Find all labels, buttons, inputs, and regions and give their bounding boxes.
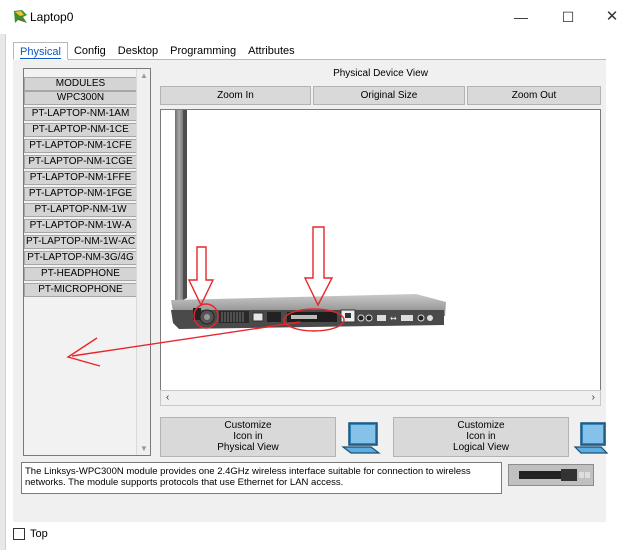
laptop-side-image: ↔ <box>171 110 446 329</box>
customize-logical-icon-button[interactable]: Customize Icon in Logical View <box>393 417 569 457</box>
tab-physical[interactable]: Physical <box>13 42 68 60</box>
window-title: Laptop0 <box>30 10 74 24</box>
module-item[interactable]: PT-LAPTOP-NM-1CGE <box>24 155 137 169</box>
maximize-button[interactable]: ☐ <box>553 5 583 29</box>
scroll-down-icon[interactable]: ▼ <box>140 444 148 453</box>
customize-logical-line1: Customize <box>457 420 505 431</box>
module-item[interactable]: PT-LAPTOP-NM-1AM <box>24 107 137 121</box>
module-item[interactable]: PT-LAPTOP-NM-1W-A <box>24 219 137 233</box>
scroll-right-icon[interactable]: › <box>592 392 595 403</box>
module-item[interactable]: PT-LAPTOP-NM-3G/4G <box>24 251 137 265</box>
tab-attributes[interactable]: Attributes <box>242 42 300 60</box>
module-item[interactable]: PT-MICROPHONE <box>24 283 137 297</box>
physical-panel: MODULES WPC300N PT-LAPTOP-NM-1AM PT-LAPT… <box>13 60 609 522</box>
minimize-button[interactable]: — <box>506 5 536 29</box>
tab-programming[interactable]: Programming <box>164 42 242 60</box>
customize-physical-line2: Icon in <box>233 431 263 442</box>
module-thumbnail-image <box>508 464 594 486</box>
module-item[interactable]: WPC300N <box>24 91 137 105</box>
packet-tracer-app-icon <box>12 9 30 25</box>
zoom-out-button[interactable]: Zoom Out <box>467 86 601 105</box>
customize-logical-line3: Logical View <box>453 442 509 453</box>
customize-physical-line1: Customize <box>224 420 272 431</box>
top-checkbox[interactable] <box>13 528 25 540</box>
zoom-in-button[interactable]: Zoom In <box>160 86 311 105</box>
close-button[interactable]: ✕ <box>597 5 620 29</box>
scroll-left-icon[interactable]: ‹ <box>166 392 169 403</box>
modules-header: MODULES <box>24 77 137 91</box>
tab-physical-label: Physical <box>20 46 61 59</box>
tab-config[interactable]: Config <box>68 42 112 60</box>
module-item[interactable]: PT-LAPTOP-NM-1W-AC <box>24 235 137 249</box>
scroll-up-icon[interactable]: ▲ <box>140 71 148 80</box>
window-left-edge <box>0 34 6 550</box>
customize-logical-line2: Icon in <box>466 431 496 442</box>
module-item[interactable]: PT-LAPTOP-NM-1CFE <box>24 139 137 153</box>
module-item[interactable]: PT-LAPTOP-NM-1W <box>24 203 137 217</box>
modules-list[interactable]: MODULES WPC300N PT-LAPTOP-NM-1AM PT-LAPT… <box>23 68 151 456</box>
module-item[interactable]: PT-LAPTOP-NM-1FFE <box>24 171 137 185</box>
physical-laptop-icon <box>341 417 381 457</box>
original-size-button[interactable]: Original Size <box>313 86 465 105</box>
modules-scrollbar[interactable]: ▲ ▼ <box>136 69 150 455</box>
module-item[interactable]: PT-LAPTOP-NM-1FGE <box>24 187 137 201</box>
svg-text:↔: ↔ <box>390 314 397 323</box>
tab-bar: Physical Config Desktop Programming Attr… <box>13 42 301 60</box>
tab-desktop[interactable]: Desktop <box>112 42 164 60</box>
physical-device-view[interactable]: ↔ <box>160 109 601 406</box>
customize-physical-line3: Physical View <box>217 442 279 453</box>
customize-physical-icon-button[interactable]: Customize Icon in Physical View <box>160 417 336 457</box>
view-horizontal-scrollbar[interactable]: ‹ › <box>160 390 601 406</box>
top-option[interactable]: Top <box>13 528 48 540</box>
top-checkbox-label: Top <box>30 528 48 540</box>
logical-laptop-icon <box>573 417 613 457</box>
module-item[interactable]: PT-HEADPHONE <box>24 267 137 281</box>
module-item[interactable]: PT-LAPTOP-NM-1CE <box>24 123 137 137</box>
module-description: The Linksys-WPC300N module provides one … <box>21 462 502 494</box>
physical-device-view-title: Physical Device View <box>333 68 428 79</box>
title-bar: Laptop0 — ☐ ✕ <box>0 0 620 34</box>
